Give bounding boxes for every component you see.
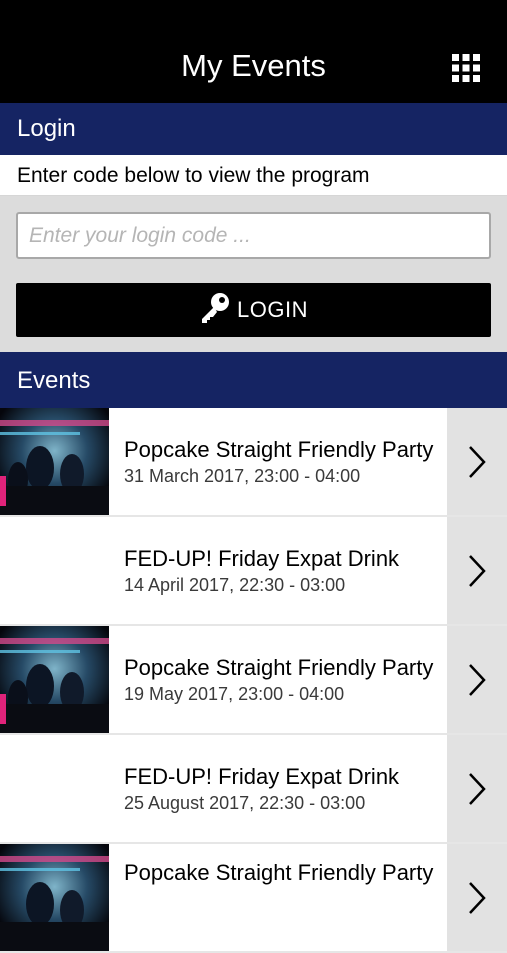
login-button-label: LOGIN bbox=[237, 297, 308, 322]
login-button[interactable]: LOGIN bbox=[16, 283, 491, 337]
event-list-item[interactable]: Popcake Straight Friendly Party 19 May 2… bbox=[0, 626, 507, 735]
event-title: Popcake Straight Friendly Party bbox=[124, 655, 434, 680]
event-date: 25 August 2017, 22:30 - 03:00 bbox=[124, 793, 366, 813]
event-open-button[interactable] bbox=[447, 626, 507, 733]
event-info: FED-UP! Friday Expat Drink 25 August 201… bbox=[124, 735, 442, 842]
chevron-right-icon bbox=[469, 663, 486, 696]
event-open-button[interactable] bbox=[447, 517, 507, 624]
page-title: My Events bbox=[181, 48, 326, 83]
events-section-header: Events bbox=[0, 352, 507, 408]
login-instructions: Enter code below to view the program bbox=[0, 155, 507, 196]
chevron-right-icon bbox=[469, 554, 486, 587]
login-code-input[interactable] bbox=[16, 212, 491, 259]
event-open-button[interactable] bbox=[447, 844, 507, 951]
event-open-button[interactable] bbox=[447, 735, 507, 842]
event-date: 19 May 2017, 23:00 - 04:00 bbox=[124, 684, 345, 704]
event-thumbnail bbox=[0, 626, 109, 733]
event-thumbnail bbox=[0, 844, 109, 951]
event-open-button[interactable] bbox=[447, 408, 507, 515]
event-list-item[interactable]: Popcake Straight Friendly Party bbox=[0, 844, 507, 953]
event-title: FED-UP! Friday Expat Drink bbox=[124, 546, 400, 571]
login-section-header: Login bbox=[0, 103, 507, 155]
event-list-item[interactable]: Popcake Straight Friendly Party 31 March… bbox=[0, 408, 507, 517]
event-info: Popcake Straight Friendly Party bbox=[124, 844, 442, 951]
chevron-right-icon bbox=[469, 772, 486, 805]
event-title: Popcake Straight Friendly Party bbox=[124, 437, 434, 462]
event-list: Popcake Straight Friendly Party 31 March… bbox=[0, 408, 507, 953]
event-info: FED-UP! Friday Expat Drink 14 April 2017… bbox=[124, 517, 442, 624]
event-list-item[interactable]: FED-UP! Friday Expat Drink 25 August 201… bbox=[0, 735, 507, 844]
event-title: FED-UP! Friday Expat Drink bbox=[124, 764, 400, 789]
key-icon bbox=[199, 291, 231, 325]
top-bar: My Events bbox=[0, 0, 507, 103]
login-panel: LOGIN bbox=[0, 196, 507, 352]
event-title: Popcake Straight Friendly Party bbox=[124, 860, 434, 885]
chevron-right-icon bbox=[469, 445, 486, 478]
chevron-right-icon bbox=[469, 881, 486, 914]
event-info: Popcake Straight Friendly Party 31 March… bbox=[124, 408, 442, 515]
event-list-item[interactable]: FED-UP! Friday Expat Drink 14 April 2017… bbox=[0, 517, 507, 626]
event-thumbnail bbox=[0, 408, 109, 515]
event-date: 14 April 2017, 22:30 - 03:00 bbox=[124, 575, 346, 595]
event-date: 31 March 2017, 23:00 - 04:00 bbox=[124, 466, 361, 486]
grid-menu-icon[interactable] bbox=[452, 54, 480, 82]
event-info: Popcake Straight Friendly Party 19 May 2… bbox=[124, 626, 442, 733]
